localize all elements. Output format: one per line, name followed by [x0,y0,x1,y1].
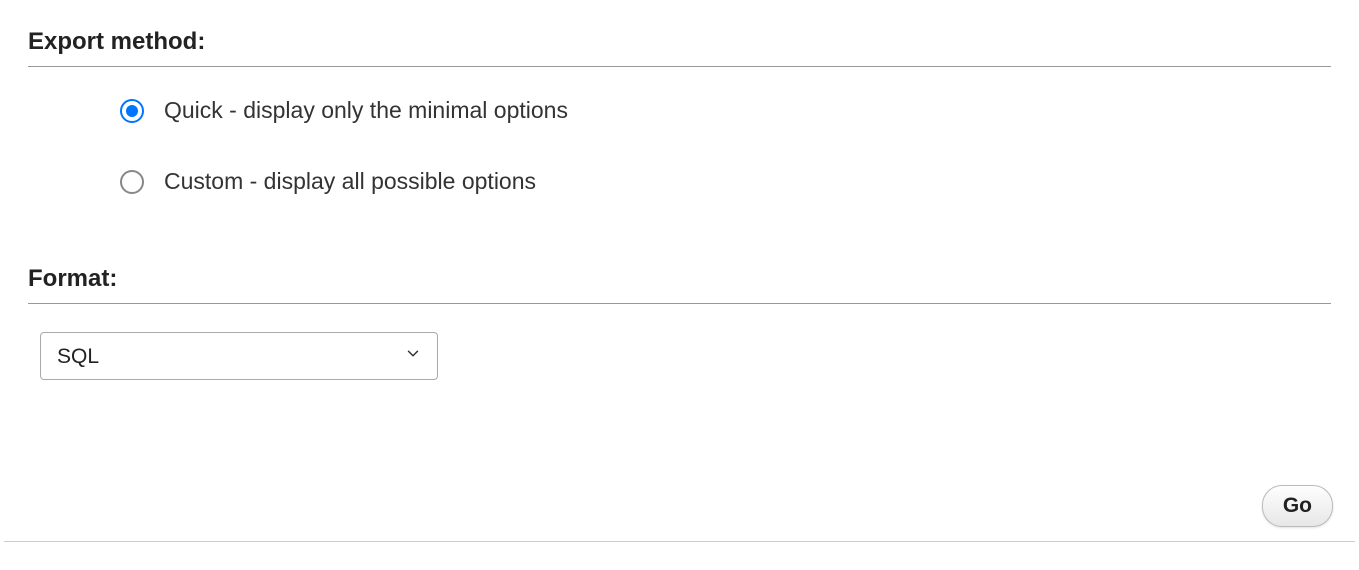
export-method-title: Export method: [28,28,1331,67]
radio-custom-label[interactable]: Custom - display all possible options [164,168,536,195]
format-section: Format: SQL [28,265,1331,380]
format-title: Format: [28,265,1331,304]
radio-row-quick: Quick - display only the minimal options [120,97,1331,124]
footer-row: Go [4,485,1355,542]
format-select[interactable]: SQL [40,332,438,380]
export-method-section: Export method: Quick - display only the … [28,28,1331,225]
go-button[interactable]: Go [1262,485,1333,527]
radio-quick[interactable] [120,99,144,123]
radio-quick-label[interactable]: Quick - display only the minimal options [164,97,568,124]
export-method-radio-group: Quick - display only the minimal options… [28,67,1331,225]
format-select-wrap: SQL [40,332,438,380]
radio-row-custom: Custom - display all possible options [120,168,1331,195]
radio-custom[interactable] [120,170,144,194]
